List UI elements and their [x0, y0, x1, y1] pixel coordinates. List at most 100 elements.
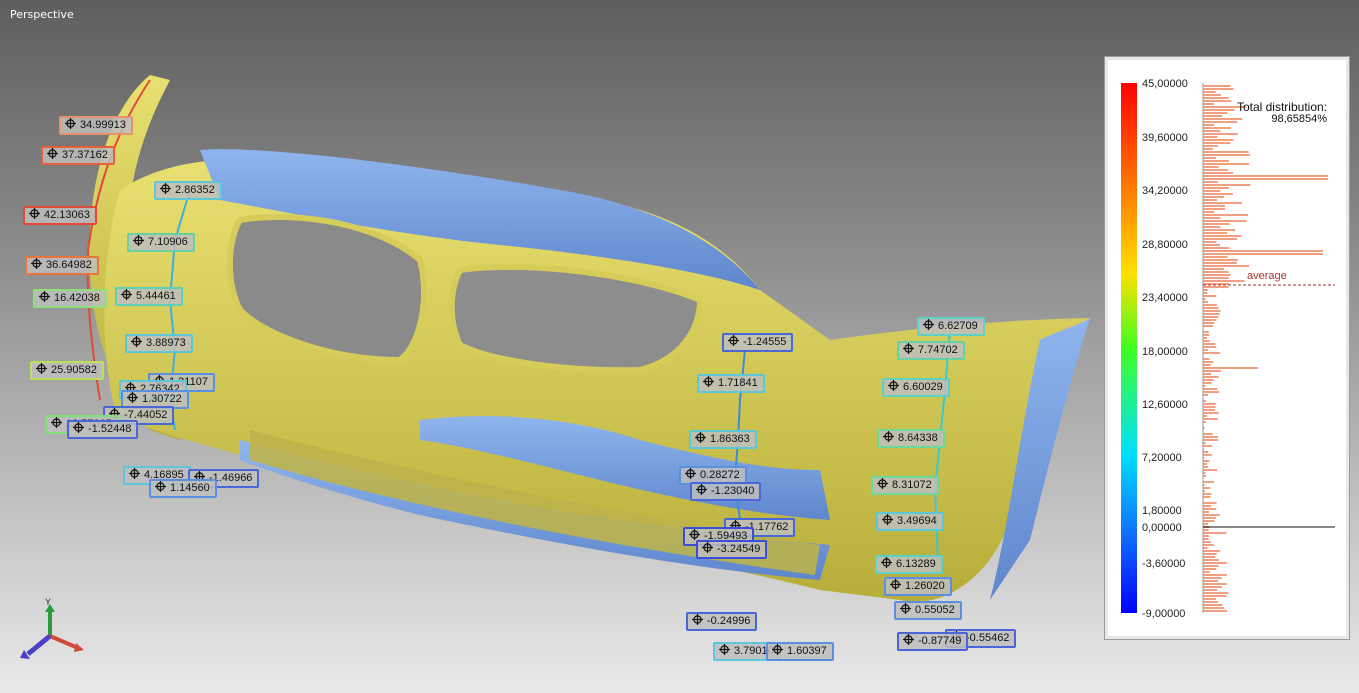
histogram-bar [1203, 208, 1225, 210]
measurement-callout[interactable]: 5.44461 [115, 287, 183, 306]
legend-graphic: 45,00000 39,60000 34,20000 28,80000 23,40000… [1121, 78, 1335, 620]
histogram-bar [1203, 160, 1229, 162]
measurement-callout[interactable]: 1.14560 [149, 479, 217, 498]
axis-gizmo[interactable]: Y [18, 596, 93, 666]
crosshair-icon [900, 603, 911, 614]
histogram-bar [1203, 538, 1209, 540]
crosshair-icon [728, 335, 739, 346]
histogram-bar [1203, 574, 1227, 576]
histogram-bar [1203, 577, 1222, 579]
histogram-bar [1203, 586, 1222, 588]
measurement-callout[interactable]: 6.62709 [917, 317, 985, 336]
measurement-callout[interactable]: 7.10906 [127, 233, 195, 252]
axis-y-label: Y [45, 597, 51, 607]
measurement-callout[interactable]: 34.99913 [59, 116, 133, 135]
measurement-callout[interactable]: 6.13289 [875, 555, 943, 574]
color-legend: 45,00000 39,60000 34,20000 28,80000 23,40000… [1104, 56, 1350, 640]
callout-value: -0.87749 [918, 635, 962, 647]
callout-value: -1.23040 [711, 485, 755, 497]
callout-value: 8.64338 [898, 432, 938, 444]
histogram-bar [1203, 193, 1233, 195]
crosshair-icon [890, 579, 901, 590]
histogram-bar [1203, 604, 1223, 606]
callout-value: -0.55462 [966, 632, 1010, 644]
histogram-bar [1203, 232, 1228, 234]
scale-label: 7,20000 [1142, 452, 1182, 464]
measurement-callout[interactable]: 25.90582 [30, 361, 104, 380]
crosshair-icon [888, 380, 899, 391]
measurement-callout[interactable]: -1.23040 [690, 482, 762, 501]
measurement-callout[interactable]: 1.60397 [766, 642, 834, 661]
measurement-callout[interactable]: -1.24555 [722, 333, 794, 352]
histogram-bar [1203, 505, 1212, 507]
histogram-bar [1203, 157, 1216, 159]
histogram-bar [1203, 253, 1323, 255]
histogram-bar [1203, 112, 1228, 114]
histogram-bar [1203, 292, 1208, 294]
measurement-callout[interactable]: -3.24549 [696, 540, 768, 559]
crosshair-icon [692, 614, 703, 625]
crosshair-icon [883, 431, 894, 442]
histogram-bar [1203, 181, 1218, 183]
measurement-callout[interactable]: 37.37162 [41, 146, 115, 165]
histogram-bar [1203, 229, 1236, 231]
histogram-bar [1203, 130, 1221, 132]
measurement-callout[interactable]: 36.64982 [25, 256, 99, 275]
crosshair-icon [127, 392, 138, 403]
measurement-callout[interactable]: 1.26020 [884, 577, 952, 596]
callout-value: 8.31072 [892, 479, 932, 491]
scale-label: 45,00000 [1142, 78, 1188, 90]
crosshair-icon [772, 644, 783, 655]
histogram-bar [1203, 334, 1210, 336]
histogram-bar [1203, 316, 1219, 318]
histogram-bar [1203, 403, 1216, 405]
histogram-bar [1203, 241, 1217, 243]
histogram-bar [1203, 406, 1216, 408]
histogram-bar [1203, 439, 1219, 441]
measurement-callout[interactable]: 2.86352 [154, 181, 222, 200]
histogram-bar [1203, 280, 1245, 282]
histogram-bar [1203, 433, 1213, 435]
histogram-bar [1203, 133, 1238, 135]
histogram-bar [1203, 487, 1211, 489]
histogram-bar [1203, 559, 1219, 561]
measurement-callout[interactable]: 6.60029 [882, 378, 950, 397]
histogram-bar [1203, 175, 1328, 177]
measurement-callout[interactable]: 1.86363 [689, 430, 757, 449]
histogram-bar [1203, 214, 1248, 216]
measurement-callout[interactable]: 42.13063 [23, 206, 97, 225]
histogram-bar [1203, 88, 1234, 90]
histogram-bar [1203, 274, 1231, 276]
histogram-bar [1203, 85, 1231, 87]
measurement-callout[interactable]: -1.52448 [67, 420, 139, 439]
crosshair-icon [160, 183, 171, 194]
measurement-callout[interactable]: 0.55052 [894, 601, 962, 620]
callout-value: -1.52448 [88, 423, 132, 435]
measurement-callout[interactable]: 3.49694 [876, 512, 944, 531]
histogram-bar [1203, 571, 1210, 573]
color-scale-bar [1121, 83, 1137, 613]
callout-value: 0.55052 [915, 604, 955, 616]
scale-label: -3,60000 [1142, 558, 1185, 570]
measurement-callout[interactable]: 1.71841 [697, 374, 765, 393]
histogram-bar [1203, 295, 1217, 297]
measurement-callout[interactable]: 8.31072 [871, 476, 939, 495]
histogram-bar [1203, 520, 1215, 522]
histogram-bar [1203, 199, 1218, 201]
measurement-callout[interactable]: 3.88973 [125, 334, 193, 353]
histogram-bar [1203, 190, 1221, 192]
histogram-bar [1203, 151, 1249, 153]
histogram-bar [1203, 271, 1229, 273]
measurement-callout[interactable]: -0.87749 [897, 632, 969, 651]
measurement-callout[interactable]: 7.74702 [897, 341, 965, 360]
callout-value: 16.42038 [54, 292, 100, 304]
measurement-callout[interactable]: 16.42038 [33, 289, 107, 308]
callout-value: -0.24996 [707, 615, 751, 627]
measurement-callout[interactable]: 8.64338 [877, 429, 945, 448]
histogram-bar [1203, 346, 1217, 348]
histogram-bar [1203, 166, 1219, 168]
histogram-bar [1203, 286, 1229, 288]
measurement-callout[interactable]: -0.24996 [686, 612, 758, 631]
histogram-bar [1203, 196, 1225, 198]
callout-value: -1.24555 [743, 336, 787, 348]
